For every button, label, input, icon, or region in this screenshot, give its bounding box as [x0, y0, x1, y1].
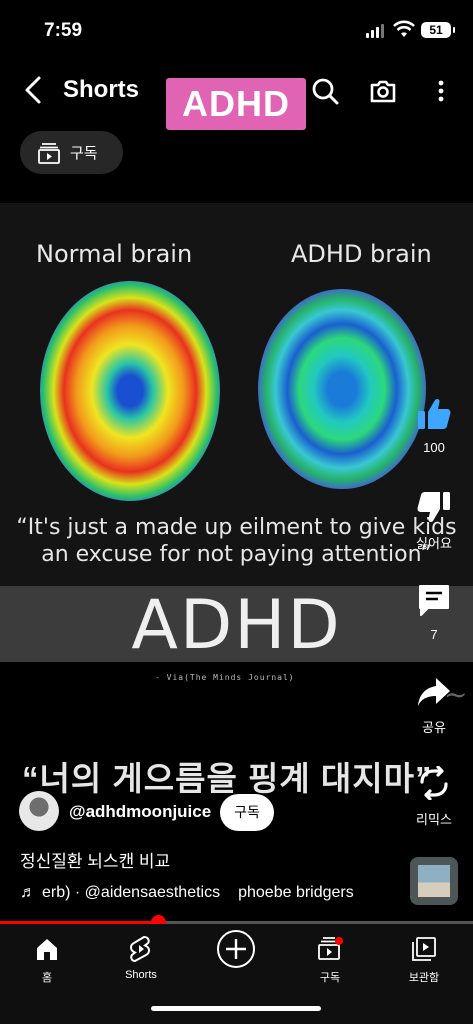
share-icon	[418, 678, 450, 706]
comment-count: 7	[430, 627, 438, 642]
more-vert-icon[interactable]	[426, 76, 456, 106]
comment-icon	[419, 585, 449, 616]
nav-home-label: 홈	[41, 972, 53, 984]
adhd-overlay-badge: ADHD	[166, 78, 306, 130]
remix-icon	[420, 765, 448, 801]
normal-brain-scan	[40, 281, 220, 501]
remix-button[interactable]: 리믹스	[410, 765, 458, 828]
shorts-icon	[130, 935, 150, 963]
brain-scan-panel: Normal brain ADHD brain “It's just a mad…	[0, 203, 473, 586]
wifi-icon	[393, 20, 415, 37]
signal-icon	[366, 24, 384, 38]
credit-text: - Via(The Minds Journal)	[155, 673, 295, 682]
back-icon[interactable]	[20, 74, 48, 106]
adhd-brain-scan	[258, 289, 426, 489]
share-label: 공유	[422, 720, 446, 735]
status-bar: 7:59 51	[0, 0, 473, 60]
subscriptions-pill-label: 구독	[70, 145, 98, 162]
dislike-button[interactable]: 싫어요	[410, 490, 458, 552]
normal-brain-label: Normal brain	[36, 240, 193, 268]
page-title: Shorts	[63, 76, 140, 103]
music-artist: phoebe bridgers	[238, 884, 354, 901]
subscriptions-icon	[318, 937, 343, 960]
adhd-brain-label: ADHD brain	[291, 240, 432, 268]
nav-subscriptions[interactable]: 구독	[290, 934, 370, 985]
channel-avatar[interactable]	[19, 791, 59, 831]
thumbs-down-icon	[417, 492, 450, 523]
like-count: 100	[423, 440, 445, 455]
sound-thumbnail[interactable]	[410, 857, 458, 905]
remix-label: 리믹스	[416, 812, 452, 827]
create-plus-icon	[217, 930, 255, 968]
quote-line-1: “It's just a made up eilment to give kid…	[16, 515, 457, 540]
library-icon	[412, 937, 436, 961]
share-button[interactable]: 공유	[410, 676, 458, 736]
subscriptions-pill[interactable]: 구독	[20, 131, 123, 174]
home-indicator	[151, 1006, 321, 1011]
music-note-icon: ♬	[20, 884, 36, 901]
nav-library-label: 보관함	[408, 972, 440, 984]
video-player[interactable]: Normal brain ADHD brain “It's just a mad…	[0, 203, 473, 721]
thumbs-up-icon	[418, 398, 451, 429]
nav-subscriptions-label: 구독	[319, 972, 341, 984]
comments-button[interactable]: 7	[410, 582, 458, 642]
nav-create[interactable]	[196, 928, 276, 970]
search-icon[interactable]	[310, 76, 340, 106]
battery-icon: 51	[421, 22, 455, 38]
quote-line-2: an excuse for not paying attention”	[41, 542, 432, 567]
adhd-banner-text: ADHD	[131, 586, 342, 665]
subscribe-button[interactable]: 구독	[220, 794, 274, 831]
nav-shorts-label: Shorts	[125, 969, 157, 981]
video-caption: “너의 게으름을 핑계 대지마”	[22, 760, 433, 797]
home-icon	[37, 939, 57, 960]
subscriptions-icon	[38, 142, 60, 164]
video-description[interactable]: 정신질환 뇌스캔 비교	[20, 847, 170, 872]
status-time: 7:59	[44, 20, 83, 41]
quote-text: “It's just a made up eilment to give kid…	[0, 514, 473, 568]
sound-thumbnail-image	[418, 865, 450, 897]
dislike-label: 싫어요	[416, 536, 452, 551]
music-ticker[interactable]: ♬ erb) · @aidensaesthetics phoebe bridgers	[20, 884, 400, 902]
channel-handle[interactable]: @adhdmoonjuice	[69, 802, 211, 822]
nav-library[interactable]: 보관함	[384, 934, 464, 985]
nav-shorts[interactable]: Shorts	[101, 934, 181, 981]
music-track: erb) · @aidensaesthetics	[42, 884, 221, 901]
camera-icon[interactable]	[368, 76, 398, 106]
like-button[interactable]: 100	[410, 397, 458, 455]
nav-home[interactable]: 홈	[7, 934, 87, 985]
